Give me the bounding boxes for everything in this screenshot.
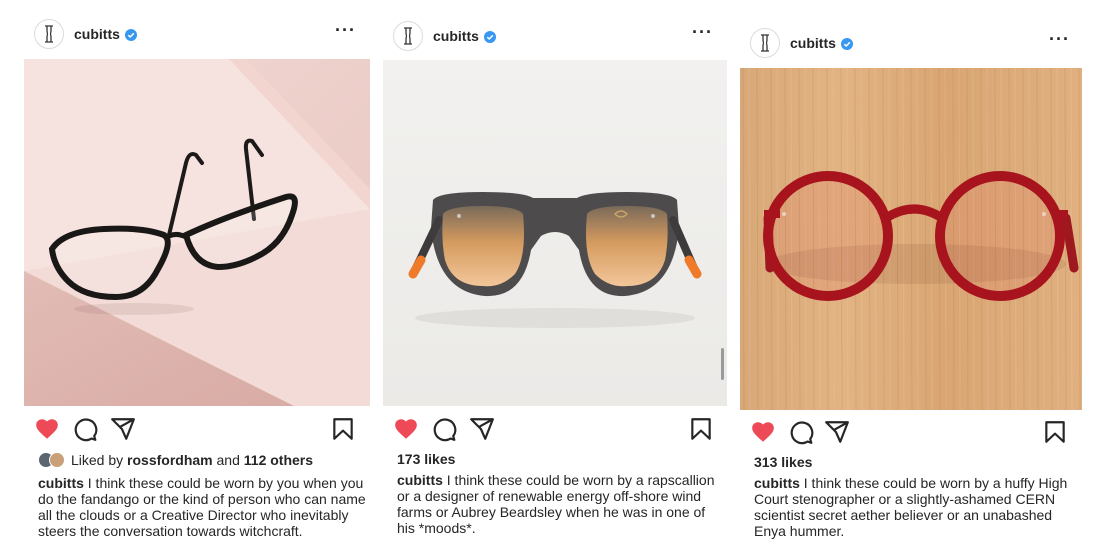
more-options-icon[interactable]: ··· (1049, 29, 1070, 49)
post-2: cubitts ··· 173 likes cubitts I think th… (383, 18, 727, 548)
scrollbar[interactable] (721, 348, 724, 380)
liked-by-avatars (38, 452, 65, 468)
comment-icon[interactable] (788, 419, 814, 445)
verified-badge-icon (840, 37, 853, 50)
post-header: cubitts ··· (383, 18, 727, 54)
post-caption: cubitts I think these could be worn by a… (754, 475, 1072, 539)
post-photo[interactable] (24, 59, 370, 406)
post-photo[interactable] (383, 60, 727, 406)
heart-filled-icon[interactable] (34, 416, 60, 442)
cubitts-logo-icon[interactable] (750, 28, 780, 58)
post-3: cubitts ··· 313 likes cubitts I think th… (740, 25, 1082, 545)
more-options-icon[interactable]: ··· (692, 22, 713, 42)
post-username[interactable]: cubitts (433, 28, 479, 44)
cubitts-logo-icon[interactable] (393, 21, 423, 51)
share-icon[interactable] (824, 419, 850, 445)
likes-summary[interactable]: Liked by rossfordham and 112 others (38, 452, 313, 468)
post-header: cubitts ··· (24, 16, 370, 52)
liked-by-user[interactable]: rossfordham (127, 452, 213, 468)
post-photo[interactable] (740, 68, 1082, 410)
bookmark-icon[interactable] (688, 416, 714, 442)
likes-count[interactable]: 313 likes (754, 454, 812, 470)
caption-username[interactable]: cubitts (754, 475, 800, 491)
post-caption: cubitts I think these could be worn by a… (397, 472, 719, 536)
heart-filled-icon[interactable] (750, 419, 776, 445)
tinted-sunglasses-photo (383, 60, 727, 406)
likes-text[interactable]: 313 likes (754, 454, 812, 470)
heart-filled-icon[interactable] (393, 416, 419, 442)
bookmark-icon[interactable] (330, 416, 356, 442)
share-icon[interactable] (469, 416, 495, 442)
cubitts-logo-icon[interactable] (34, 19, 64, 49)
post-username[interactable]: cubitts (790, 35, 836, 51)
red-round-glasses-photo (740, 68, 1082, 410)
likes-prefix: Liked by (71, 452, 124, 468)
bookmark-icon[interactable] (1042, 419, 1068, 445)
avatar (49, 452, 65, 468)
likes-text[interactable]: 173 likes (397, 451, 455, 467)
share-icon[interactable] (110, 416, 136, 442)
likes-count[interactable]: 173 likes (397, 451, 455, 467)
verified-badge-icon (124, 28, 137, 41)
likes-and: and (216, 452, 240, 468)
caption-text: I think these could be worn by you when … (38, 475, 366, 539)
post-username[interactable]: cubitts (74, 26, 120, 42)
caption-text: I think these could be worn by a rapscal… (397, 472, 715, 536)
post-actions (24, 416, 370, 444)
caption-text: I think these could be worn by a huffy H… (754, 475, 1068, 539)
post-actions (740, 419, 1082, 447)
post-caption: cubitts I think these could be worn by y… (38, 475, 366, 539)
verified-badge-icon (483, 30, 496, 43)
comment-icon[interactable] (431, 416, 457, 442)
post-actions (383, 416, 727, 444)
more-options-icon[interactable]: ··· (335, 20, 356, 40)
cat-eye-glasses-photo (24, 59, 370, 406)
post-header: cubitts ··· (740, 25, 1082, 61)
comment-icon[interactable] (72, 416, 98, 442)
likes-others[interactable]: 112 others (244, 452, 313, 468)
caption-username[interactable]: cubitts (38, 475, 84, 491)
post-1: cubitts ··· Liked by rossfordham and 112… (24, 16, 370, 546)
caption-username[interactable]: cubitts (397, 472, 443, 488)
